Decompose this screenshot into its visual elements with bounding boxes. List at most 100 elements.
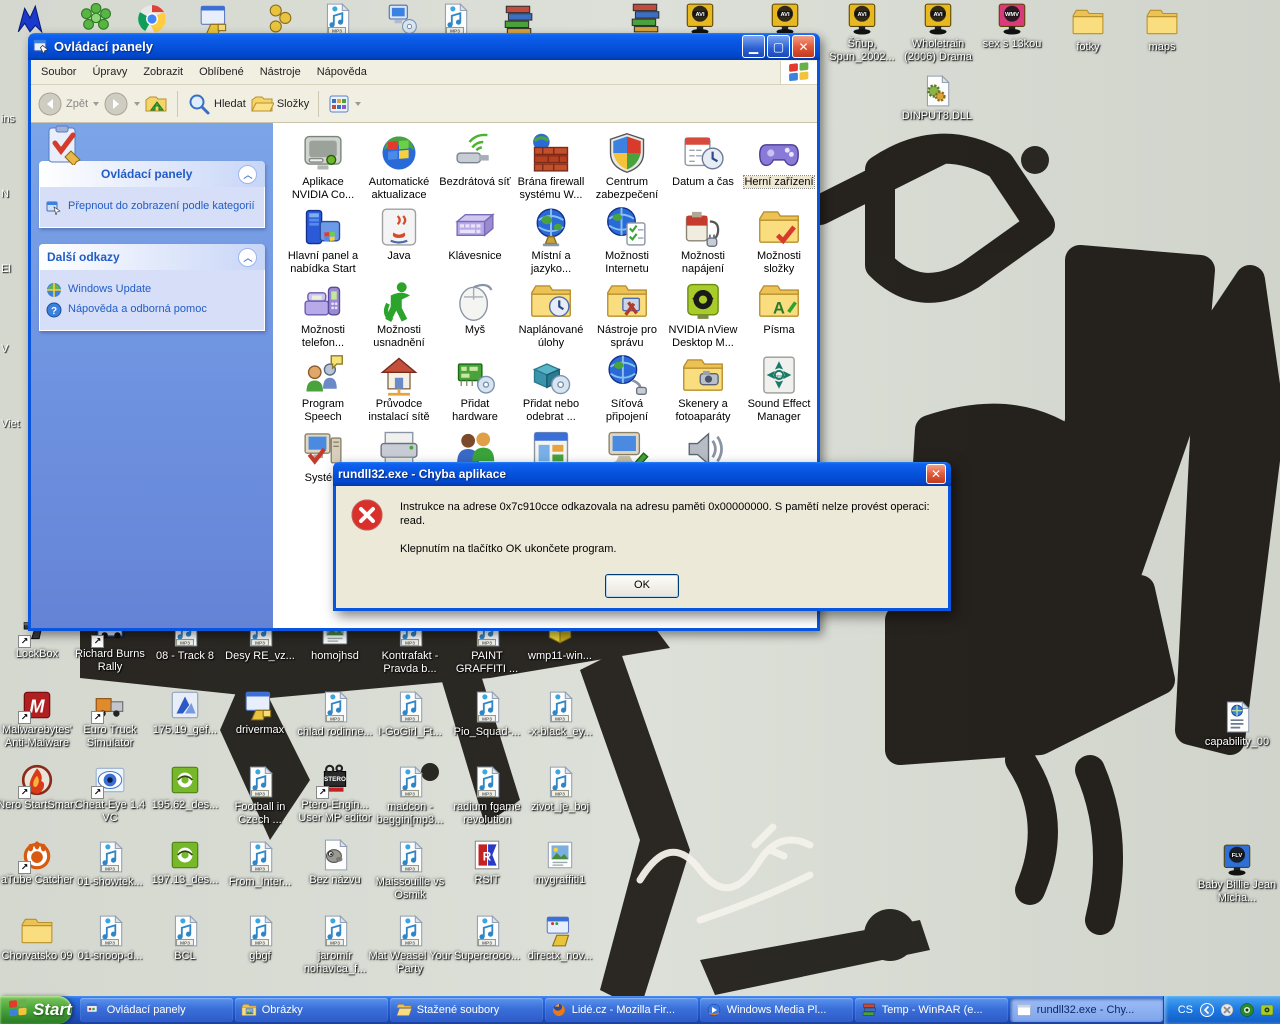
dialog-titlebar[interactable]: rundll32.exe - Chyba aplikace ✕ xyxy=(333,462,951,486)
desktop-icon-maps[interactable]: maps xyxy=(1120,5,1204,54)
taskbar-button-temp-winrar-e[interactable]: Temp - WinRAR (e... xyxy=(855,998,1008,1022)
desktop-icon-ptero-engin-user-mp-editor[interactable]: STERO↗Ptero-Engin... User MP editor xyxy=(293,763,377,825)
desktop-icon-bez-n-zvu[interactable]: Bez názvu xyxy=(293,838,377,887)
desktop-icon-madcon-beggin-mp3[interactable]: MP3madcon - beggin[mp3... xyxy=(368,765,452,827)
desktop-icon-avi[interactable]: AVI xyxy=(658,2,742,36)
applet-s-ov-p-ipojen[interactable]: Síťová připojení xyxy=(589,351,665,425)
applet-centrum-zabezpe-en[interactable]: Centrum zabezpečení xyxy=(589,129,665,203)
applet-datum-a-as[interactable]: Datum a čas xyxy=(665,129,741,203)
desktop-icon-rsit[interactable]: RRSIT xyxy=(445,838,529,887)
desktop-icon-01-snoop-d[interactable]: MP301-snoop-d... xyxy=(68,914,152,963)
language-indicator[interactable]: CS xyxy=(1178,1004,1193,1016)
menu-zobrazit[interactable]: Zobrazit xyxy=(135,63,191,81)
applet-bezdr-tov-s[interactable]: Bezdrátová síť xyxy=(437,129,513,203)
desktop-icon-zivot-je-boj[interactable]: MP3zivot_je_boj xyxy=(518,765,602,814)
close-button[interactable]: ✕ xyxy=(792,35,815,58)
desktop-icon-euro-truck-simulator[interactable]: ↗Euro Truck Simulator xyxy=(68,688,152,750)
desktop-icon-winrar[interactable] xyxy=(476,2,560,36)
desktop-icon-bcl[interactable]: MP3BCL xyxy=(143,914,227,963)
menu-n-stroje[interactable]: Nástroje xyxy=(252,63,309,81)
applet-program-speech[interactable]: Program Speech xyxy=(285,351,361,425)
desktop-icon-fotky[interactable]: fotky xyxy=(1046,5,1130,54)
applet-mo-nosti-usnadn-n[interactable]: Možnosti usnadnění xyxy=(361,277,437,351)
applet-br-na-firewall-syst-mu-w[interactable]: /g>Brána firewall systému W... xyxy=(513,129,589,203)
desktop-icon-cheat-eye-1-4-vc[interactable]: ↗Cheat-Eye 1.4 VC xyxy=(68,763,152,825)
taskbar-button-sta-en-soubory[interactable]: Stažené soubory xyxy=(390,998,543,1022)
switch-to-category-view-link[interactable]: Přepnout do zobrazení podle kategorií xyxy=(46,199,258,215)
close-tray-icon[interactable] xyxy=(1219,1002,1235,1018)
search-button[interactable]: Hledat xyxy=(187,92,246,116)
green-eye-icon[interactable] xyxy=(1239,1002,1255,1018)
maximize-button[interactable]: ▢ xyxy=(767,35,790,58)
applet-aplikace-nvidia-co[interactable]: Aplikace NVIDIA Co... xyxy=(285,129,361,203)
desktop-icon-radium-fgame-revolution[interactable]: MP3radium fgame revolution xyxy=(445,765,529,827)
desktop-icon-sex-s-13kou[interactable]: WMVsex s 13kou xyxy=(970,2,1054,51)
collapse-chevron-icon[interactable]: ︿ xyxy=(238,248,257,267)
up-button[interactable] xyxy=(144,92,168,116)
desktop-icon-chlad-rodinne[interactable]: MP3chlad rodinne... xyxy=(293,690,377,739)
desktop-icon-01-showtek[interactable]: MP301-showtek... xyxy=(68,840,152,889)
minimize-button[interactable]: ▁ xyxy=(742,35,765,58)
help-and-support-link[interactable]: ? Nápověda a odborná pomoc xyxy=(46,302,258,318)
taskbar-button-ovl-dac-panely[interactable]: Ovládací panely xyxy=(80,998,233,1022)
applet-java[interactable]: Java xyxy=(361,203,437,277)
applet-mo-nosti-telefon[interactable]: Možnosti telefon... xyxy=(285,277,361,351)
ok-button[interactable]: OK xyxy=(605,574,679,598)
taskpane-header-other-links[interactable]: Další odkazy ︿ xyxy=(39,244,265,270)
desktop-icon-195-62-des[interactable]: 195.62_des... xyxy=(143,763,227,812)
menu-soubor[interactable]: Soubor xyxy=(33,63,84,81)
applet-p-sma[interactable]: APísma xyxy=(741,277,817,351)
applet-hern-za-zen[interactable]: Herní zařízení xyxy=(741,129,817,203)
desktop-icon-capability-00[interactable]: capability_00 xyxy=(1195,700,1279,749)
applet-m-stn-a-jazyko[interactable]: Místní a jazyko... xyxy=(513,203,589,277)
taskbar-button-windows-media-pl[interactable]: Windows Media Pl... xyxy=(700,998,853,1022)
desktop-icon-i-gogirl-ft[interactable]: MP3I-GoGirl_Ft... xyxy=(368,690,452,739)
desktop-icon-maissouille-vs-osmik[interactable]: MP3Maissouille vs Osmik xyxy=(368,840,452,902)
forward-button[interactable] xyxy=(103,91,140,117)
desktop-icon-pio-squad[interactable]: MP3Pio_Squad-... xyxy=(445,690,529,739)
desktop-icon-avi[interactable]: AVI xyxy=(743,2,827,36)
back-button[interactable]: Zpět xyxy=(37,91,99,117)
desktop-icon-dinput8-dll[interactable]: DINPUT8.DLL xyxy=(895,74,979,123)
desktop-icon-gbgf[interactable]: MP3gbgf xyxy=(218,914,302,963)
desktop-icon-drivermax[interactable]: drivermax xyxy=(218,688,302,737)
applet-n-stroje-pro-spr-vu[interactable]: Nástroje pro správu xyxy=(589,277,665,351)
windows-update-link[interactable]: Windows Update xyxy=(46,282,258,298)
taskbar-button-obr-zky[interactable]: Obrázky xyxy=(235,998,388,1022)
taskbar-button-rundll32-exe-chy[interactable]: rundll32.exe - Chy... xyxy=(1010,998,1163,1022)
desktop-icon-baby-billie-jean-micha[interactable]: FLVBaby Billie Jean Micha... xyxy=(1195,843,1279,905)
window-titlebar[interactable]: Ovládací panely ▁ ▢ ✕ xyxy=(28,33,820,60)
applet-mo-nosti-internetu[interactable]: Možnosti Internetu xyxy=(589,203,665,277)
applet-sound-effect-manager[interactable]: SEMSound Effect Manager xyxy=(741,351,817,425)
applet-napl-novan-lohy[interactable]: Naplánované úlohy xyxy=(513,277,589,351)
collapse-chevron-icon[interactable]: ︿ xyxy=(238,165,257,184)
desktop-icon-jarom-r-nohavica-f[interactable]: MP3jaromír nohavica_f... xyxy=(293,914,377,976)
desktop-icon-mygraffiti1[interactable]: mygraffiti1 xyxy=(518,838,602,887)
applet-p-idat-nebo-odebrat[interactable]: Přidat nebo odebrat ... xyxy=(513,351,589,425)
desktop-icon-supercrooo[interactable]: MP3Supercrooo... xyxy=(445,914,529,963)
desktop-icon-up-spun-2002[interactable]: AVIŠňup, Spun_2002... xyxy=(820,2,904,64)
desktop-icon-directx-nov[interactable]: directx_nov... xyxy=(518,914,602,963)
desktop-icon-wholetrain-2006-drama[interactable]: AVIWholetrain (2006) Drama xyxy=(896,2,980,64)
menu-pravy[interactable]: Úpravy xyxy=(84,63,135,81)
applet-pr-vodce-instalac-s-t[interactable]: Průvodce instalací sítě xyxy=(361,351,437,425)
desktop-icon-x-black-ey[interactable]: MP3-x-black_ey... xyxy=(518,690,602,739)
applet-mo-nosti-slo-ky[interactable]: Možnosti složky xyxy=(741,203,817,277)
nvidia-tray-icon[interactable] xyxy=(1259,1002,1275,1018)
desktop-icon-175-19-gef[interactable]: 175.19_gef... xyxy=(143,688,227,737)
hide-chevron-icon[interactable] xyxy=(1199,1002,1215,1018)
applet-hlavn-panel-a-nab-dka-start[interactable]: Hlavní panel a nabídka Start xyxy=(285,203,361,277)
dialog-close-button[interactable]: ✕ xyxy=(926,464,946,484)
desktop-icon-from-inter[interactable]: MP3From_Inter... xyxy=(218,840,302,889)
applet-my[interactable]: Myš xyxy=(437,277,513,351)
applet-skenery-a-fotoapar-ty[interactable]: Skenery a fotoaparáty xyxy=(665,351,741,425)
desktop-icon-mat-weasel-your-party[interactable]: MP3Mat Weasel Your Party xyxy=(368,914,452,976)
start-button[interactable]: Start xyxy=(0,996,72,1024)
views-button[interactable] xyxy=(328,93,361,115)
desktop-icon-197-13-des[interactable]: 197.13_des... xyxy=(143,838,227,887)
desktop-icon-football-in-czech[interactable]: MP3Football in Czech ... xyxy=(218,765,302,827)
folders-button[interactable]: Složky xyxy=(250,92,309,116)
menu-n-pov-da[interactable]: Nápověda xyxy=(309,63,375,81)
menu-obl-ben[interactable]: Oblíbené xyxy=(191,63,252,81)
taskbar-button-lid-cz-mozilla-fir[interactable]: Lidé.cz - Mozilla Fir... xyxy=(545,998,698,1022)
